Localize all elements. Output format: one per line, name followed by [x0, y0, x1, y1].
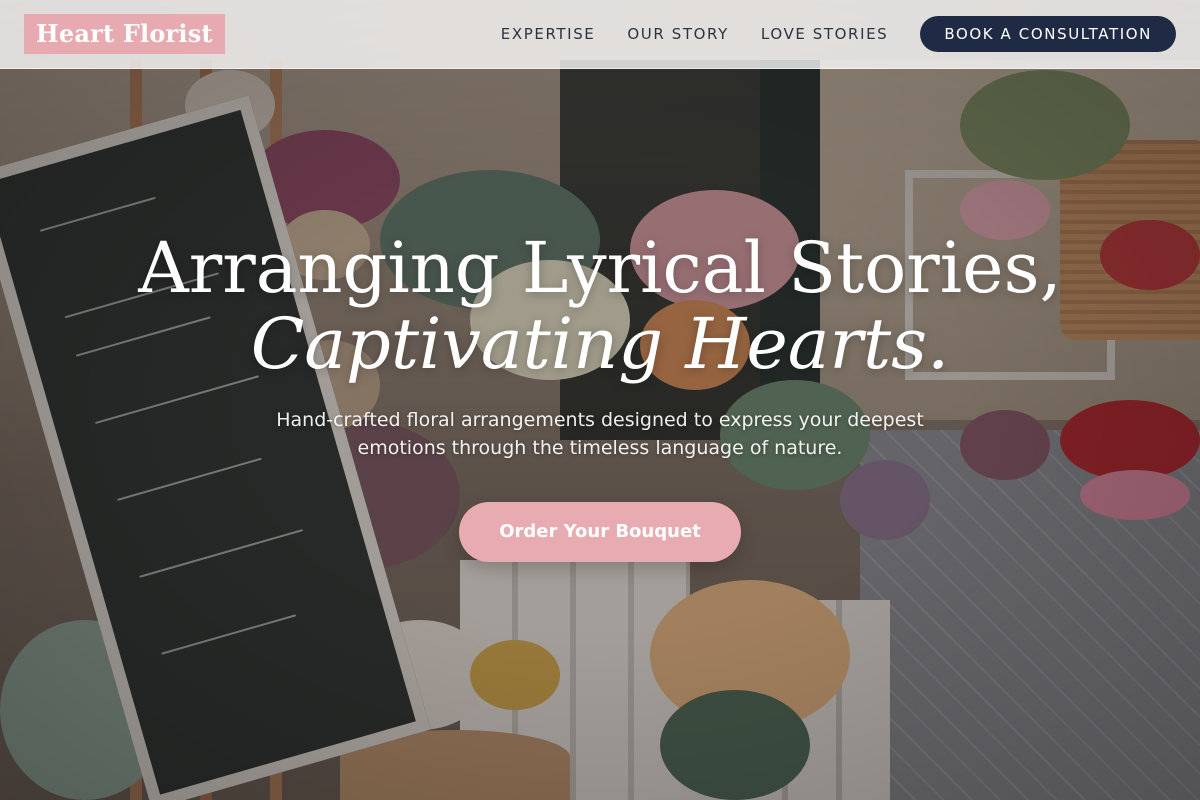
main-nav: EXPERTISE OUR STORY LOVE STORIES BOOK A … [501, 16, 1176, 52]
headline-line-2: Captivating Hearts. [250, 303, 950, 385]
hero-headline: Arranging Lyrical Stories, Captivating H… [0, 230, 1200, 382]
nav-link-love-stories[interactable]: LOVE STORIES [761, 25, 888, 43]
order-bouquet-button[interactable]: Order Your Bouquet [459, 502, 741, 562]
hero-section: Arranging Lyrical Stories, Captivating H… [0, 230, 1200, 562]
headline-line-1: Arranging Lyrical Stories, [138, 227, 1062, 309]
site-header: Heart Florist EXPERTISE OUR STORY LOVE S… [0, 0, 1200, 69]
nav-link-our-story[interactable]: OUR STORY [627, 25, 729, 43]
logo[interactable]: Heart Florist [24, 14, 225, 54]
nav-link-expertise[interactable]: EXPERTISE [501, 25, 596, 43]
book-consultation-button[interactable]: BOOK A CONSULTATION [920, 16, 1176, 52]
hero-subtext: Hand-crafted floral arrangements designe… [276, 409, 924, 459]
